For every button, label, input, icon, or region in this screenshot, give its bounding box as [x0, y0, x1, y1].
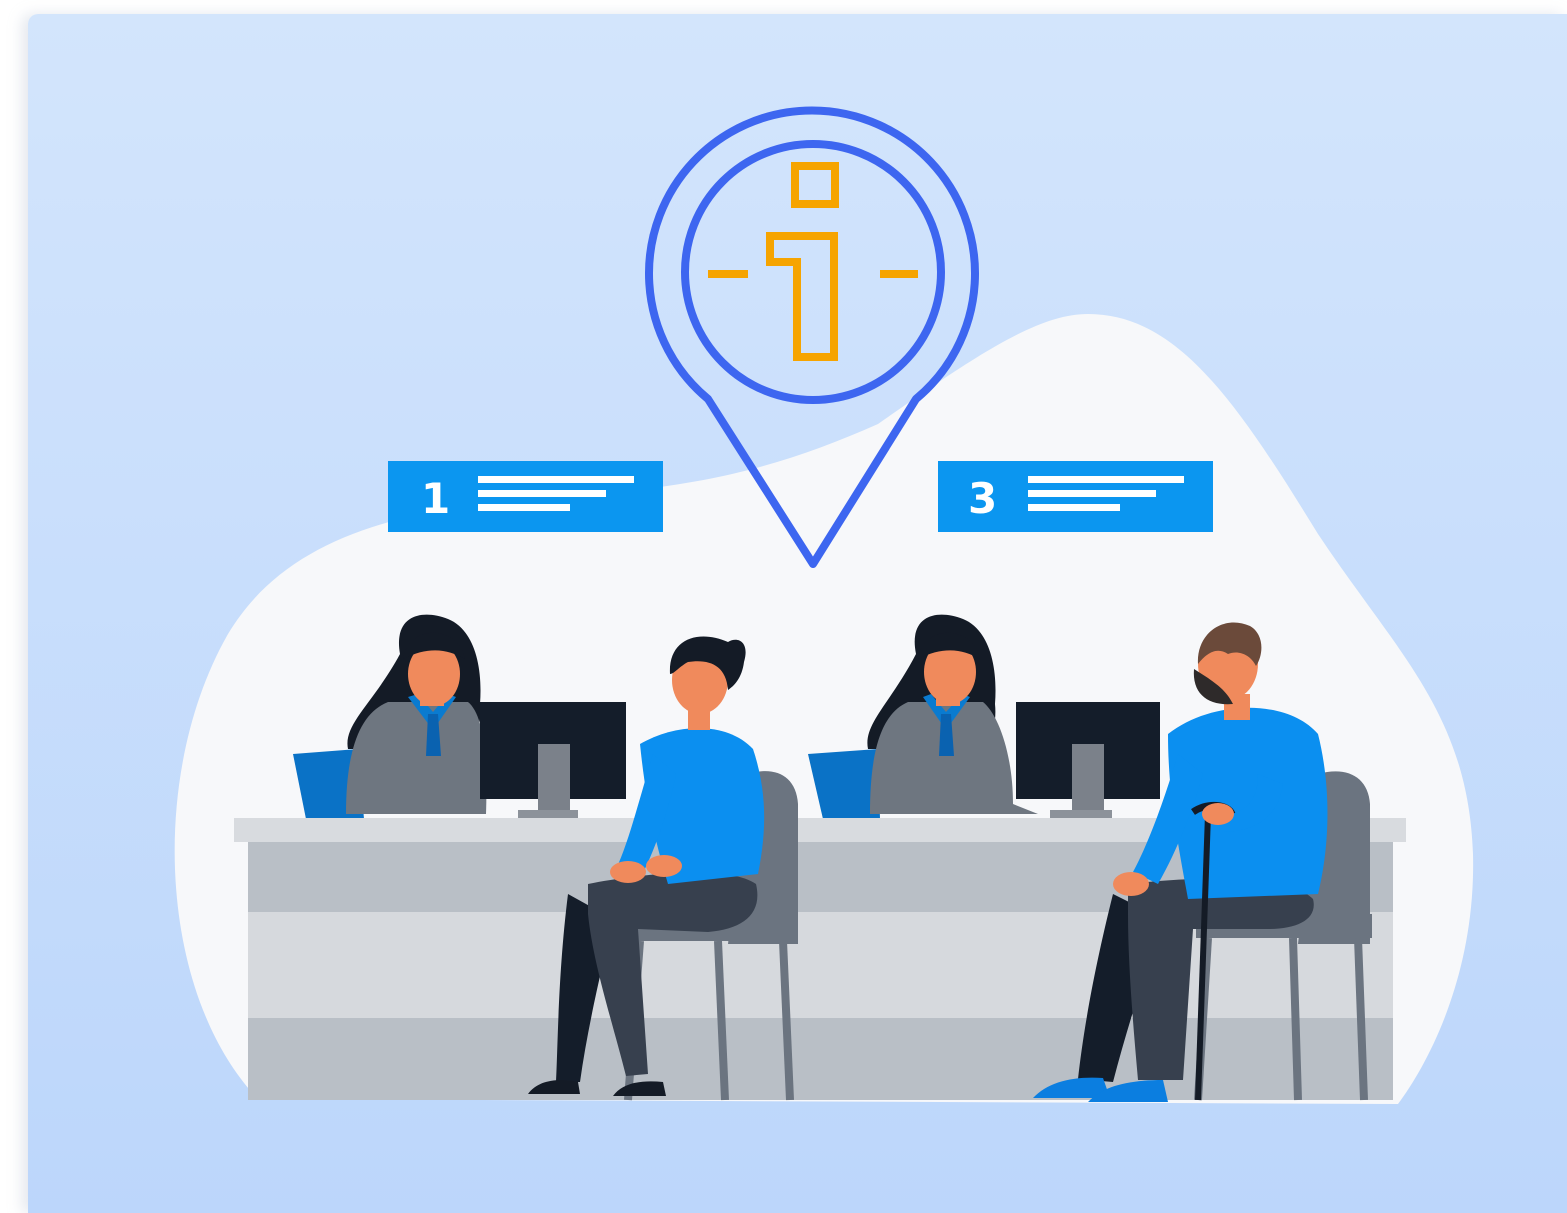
counter-sign-3: 3 [938, 461, 1213, 532]
help-desk-illustration: 1 3 [28, 14, 1567, 1213]
sign-line [1028, 504, 1120, 511]
illustration-card: 1 3 [28, 14, 1567, 1213]
sign-line [478, 490, 606, 497]
counter-number-1: 1 [421, 474, 450, 523]
counter-number-3: 3 [968, 474, 997, 523]
sign-line [1028, 476, 1184, 483]
counter-sign-1: 1 [388, 461, 663, 532]
sign-line [478, 504, 570, 511]
sign-line [1028, 490, 1156, 497]
sign-line [478, 476, 634, 483]
